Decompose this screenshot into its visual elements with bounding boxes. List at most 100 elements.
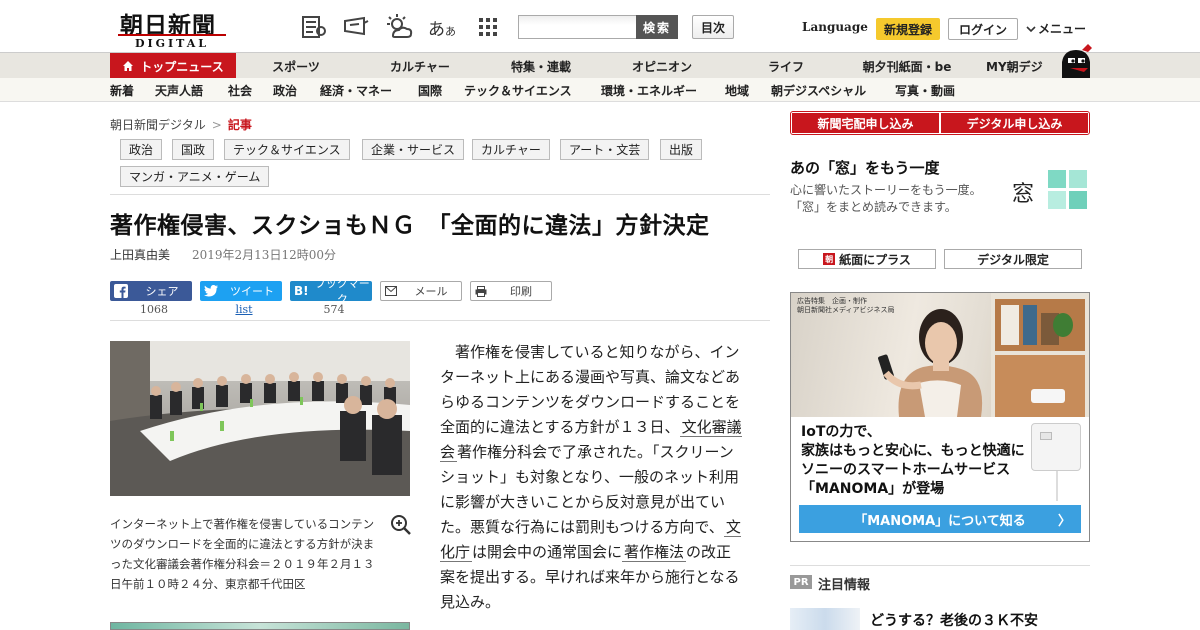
- subnav-item-politics[interactable]: 政治: [273, 82, 297, 99]
- nav-item-top-news[interactable]: トップニュース: [110, 53, 236, 79]
- newspaper-view-icon[interactable]: [300, 13, 328, 41]
- tag-politics[interactable]: 政治: [120, 139, 163, 160]
- article-author[interactable]: 上田真由美: [110, 246, 170, 263]
- site-logo[interactable]: 朝日新聞 DIGITAL: [110, 6, 230, 50]
- toc-button[interactable]: 目次: [692, 15, 734, 39]
- printer-icon: [475, 285, 487, 297]
- subnav-item-environment[interactable]: 環境・エネルギー: [601, 82, 697, 99]
- paper-plus-button[interactable]: 朝 紙面にプラス: [798, 249, 936, 269]
- subscribe-buttons: 新聞宅配申し込み デジタル申し込み: [790, 111, 1090, 135]
- logo-sub-text: DIGITAL: [118, 34, 226, 50]
- print-label: 印刷: [510, 285, 532, 298]
- menu-label: メニュー: [1038, 22, 1087, 36]
- tag-national-politics[interactable]: 国政: [172, 139, 215, 160]
- subnav-item-tenseijingo[interactable]: 天声人語: [155, 82, 203, 99]
- ad-headline-line: IoTの力で、: [801, 424, 881, 440]
- breadcrumb-home[interactable]: 朝日新聞デジタル: [110, 118, 206, 132]
- subnav-item-economy[interactable]: 経済・マネー: [320, 82, 392, 99]
- hatena-bookmark-count: 574: [323, 303, 345, 316]
- asahi-icon: 朝: [823, 253, 836, 265]
- twitter-share-label: ツイート: [230, 285, 274, 298]
- font-size-glyph-small: あ: [445, 25, 456, 38]
- signup-button[interactable]: 新規登録: [876, 18, 940, 40]
- nav-item-opinion[interactable]: オピニオン: [602, 53, 722, 79]
- ad-headline-line: 「MANOMA」が登場: [801, 481, 945, 497]
- twitter-icon: [204, 285, 218, 297]
- subnav-item-special[interactable]: 朝デジスペシャル: [771, 82, 866, 99]
- mail-icon: [385, 286, 397, 296]
- chevron-down-icon: [1026, 25, 1036, 32]
- subscribe-digital-button[interactable]: デジタル申し込み: [941, 113, 1088, 133]
- mado-logo[interactable]: 窓: [1010, 168, 1090, 212]
- font-size-glyph-big: あ: [428, 19, 445, 40]
- nav-item-life[interactable]: ライフ: [726, 53, 846, 79]
- zoom-icon[interactable]: [390, 514, 412, 536]
- nav-item-label: トップニュース: [140, 59, 224, 74]
- paper-plus-label: 紙面にプラス: [839, 252, 911, 267]
- main-nav: トップニュース スポーツ カルチャー 特集・連載 オピニオン ライフ 朝夕刊紙面…: [0, 52, 1200, 79]
- subnav-item-society[interactable]: 社会: [228, 82, 252, 99]
- sub-nav: 新着 天声人語 社会 政治 経済・マネー 国際 テック＆サイエンス 環境・エネル…: [0, 78, 1200, 102]
- article-body: 著作権を侵害していると知りながら、インターネット上にある漫画や写真、論文などあら…: [440, 340, 746, 615]
- mail-share-label: メール: [414, 285, 448, 298]
- divider: [790, 565, 1090, 566]
- subnav-item-region[interactable]: 地域: [725, 82, 749, 99]
- breadcrumb: 朝日新聞デジタル > 記事: [110, 116, 252, 133]
- subnav-item-international[interactable]: 国際: [418, 82, 442, 99]
- ad-cta-button[interactable]: 「MANOMA」について知る 〉: [799, 505, 1081, 533]
- breadcrumb-current: 記事: [227, 118, 252, 132]
- ad-meta-line: 朝日新聞社メディアビジネス局: [797, 306, 895, 314]
- nav-item-features[interactable]: 特集・連載: [480, 53, 602, 79]
- news-alert-icon[interactable]: [342, 13, 370, 41]
- pr-thumbnail[interactable]: [790, 608, 860, 630]
- nav-item-sports[interactable]: スポーツ: [236, 53, 356, 79]
- twitter-share-button[interactable]: ツイート: [200, 281, 282, 301]
- subnav-item-tech[interactable]: テック＆サイエンス: [464, 82, 572, 99]
- ad-headline: IoTの力で、 家族はもっと安心に、もっと快適に ソニーのスマートホームサービス…: [801, 423, 1031, 499]
- app-grid-icon[interactable]: [474, 13, 502, 41]
- ad-meta: 広告特集 企画・制作 朝日新聞社メディアビジネス局: [797, 297, 895, 315]
- device-screen: [1040, 432, 1052, 440]
- search-input[interactable]: [518, 15, 636, 39]
- device-cable: [1056, 471, 1058, 501]
- tag-manga-anime-game[interactable]: マンガ・アニメ・ゲーム: [120, 166, 270, 187]
- facebook-share-button[interactable]: シェア: [110, 281, 192, 301]
- nav-item-culture[interactable]: カルチャー: [360, 53, 480, 79]
- search-button[interactable]: 検索: [636, 15, 678, 39]
- advertisement[interactable]: 広告特集 企画・制作 朝日新聞社メディアビジネス局 IoTの力で、 家族はもっと…: [790, 292, 1090, 542]
- print-button[interactable]: 印刷: [470, 281, 552, 301]
- digital-only-button[interactable]: デジタル限定: [944, 249, 1082, 269]
- mascot-icon[interactable]: [1058, 44, 1094, 78]
- tag-culture[interactable]: カルチャー: [472, 139, 550, 160]
- tag-art-literature[interactable]: アート・文芸: [560, 139, 650, 160]
- login-button[interactable]: ログイン: [948, 18, 1018, 40]
- font-size-icon[interactable]: ああ: [428, 13, 456, 41]
- nav-item-paper[interactable]: 朝夕刊紙面・be: [846, 53, 968, 79]
- tag-business-services[interactable]: 企業・サービス: [362, 139, 465, 160]
- language-link[interactable]: Language: [802, 20, 868, 34]
- home-icon: [123, 61, 134, 71]
- mail-share-button[interactable]: メール: [380, 281, 462, 301]
- article-body-text: は開会中の通常国会に: [472, 543, 623, 561]
- weather-icon[interactable]: [385, 13, 413, 41]
- mado-promo-title[interactable]: あの「窓」をもう一度: [790, 157, 940, 178]
- hatena-bookmark-button[interactable]: B! ブックマーク: [290, 277, 372, 306]
- article-photo[interactable]: [110, 341, 410, 496]
- twitter-share-count[interactable]: list: [203, 303, 285, 316]
- subscribe-paper-button[interactable]: 新聞宅配申し込み: [792, 113, 939, 133]
- tag-publishing[interactable]: 出版: [660, 139, 703, 160]
- facebook-icon: [114, 284, 128, 298]
- subnav-item-latest[interactable]: 新着: [110, 82, 134, 99]
- tag-tech-science[interactable]: テック＆サイエンス: [224, 139, 350, 160]
- link-copyright-law[interactable]: 著作権法: [622, 543, 687, 562]
- ad-headline-line: ソニーのスマートホームサービス: [801, 462, 1011, 478]
- article-body-text: 著作権分科会で了承された。「スクリーンショット」も対象となり、一般のネット利用に…: [440, 443, 739, 536]
- site-header: 朝日新聞 DIGITAL ああ 検索 目次 Language 新規登録 ログイン…: [0, 0, 1200, 52]
- subnav-item-photo-video[interactable]: 写真・動画: [895, 82, 955, 99]
- facebook-share-count: 1068: [140, 303, 168, 316]
- second-photo[interactable]: [110, 622, 410, 630]
- ad-headline-line: 家族はもっと安心に、もっと快適に: [801, 443, 1025, 459]
- chevron-right-icon: 〉: [1057, 514, 1071, 529]
- menu-button[interactable]: メニュー: [1026, 20, 1086, 37]
- pr-item-link[interactable]: どうする？老後の３Ｋ不安: [870, 610, 1038, 630]
